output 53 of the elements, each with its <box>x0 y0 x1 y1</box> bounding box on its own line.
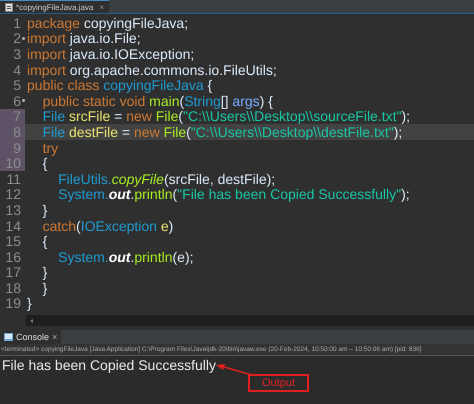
close-icon[interactable]: × <box>99 2 104 12</box>
close-icon[interactable]: × <box>52 332 58 342</box>
code-line: } <box>42 264 48 280</box>
line-number: 5 <box>13 77 21 94</box>
editor-tab[interactable]: *copyingFileJava.java × <box>0 0 110 13</box>
line-number: 16 <box>5 248 21 265</box>
line-number: 2 <box>13 30 21 46</box>
java-file-icon <box>5 2 13 12</box>
line-number: 9 <box>13 140 21 156</box>
code-line: import java.io.IOException; <box>26 46 194 62</box>
horizontal-scrollbar[interactable] <box>26 315 474 326</box>
code-line: System.out.println("File has been Copied Successfully"); <box>57 186 410 202</box>
line-number: 4 <box>13 62 21 78</box>
line-number: 15 <box>5 233 21 250</box>
code-line: FileUtils.copyFile(srcFile, destFile); <box>57 170 276 187</box>
line-number: 11 <box>6 170 21 187</box>
line-number: 3 <box>13 46 21 62</box>
line-number: 8 <box>13 124 21 140</box>
code-line: } <box>26 295 32 312</box>
code-line: package copyingFileJava; <box>26 14 188 31</box>
line-number: 1 <box>13 14 21 31</box>
fold-marker-icon[interactable] <box>22 99 25 102</box>
code-line: public class copyingFileJava { <box>26 77 212 94</box>
code-line: import org.apache.commons.io.FileUtils; <box>26 62 277 78</box>
output-label: Output <box>248 374 310 392</box>
tab-title: *copyingFileJava.java <box>16 2 94 12</box>
line-number: 18 <box>5 280 21 296</box>
code-line: try <box>42 140 58 156</box>
line-number: 19 <box>5 295 21 312</box>
fold-marker-icon[interactable] <box>22 36 25 40</box>
line-number: 6 <box>13 92 21 109</box>
annotation-arrow <box>216 362 252 376</box>
code-line: import java.io.File; <box>26 30 141 46</box>
line-number: 13 <box>5 202 21 218</box>
code-line: { <box>42 155 48 172</box>
scroll-left-icon[interactable] <box>30 318 33 323</box>
console-title: Console <box>16 332 50 342</box>
line-number: 12 <box>5 186 21 202</box>
code-line: } <box>42 202 48 218</box>
line-number: 10 <box>5 155 21 172</box>
code-line: File destFile = new File("C:\\Users\\Desktop\\destFile.txt"); <box>42 124 402 140</box>
code-line: { <box>42 233 48 250</box>
code-line: } <box>42 280 48 296</box>
line-number: 14 <box>5 218 21 234</box>
code-line: System.out.println(e); <box>57 248 194 265</box>
code-line: public static void main(String[] args) { <box>42 92 273 109</box>
console-icon <box>4 333 13 342</box>
line-number: 7 <box>13 108 21 124</box>
line-number: 17 <box>5 264 21 280</box>
console-output: File has been Copied Successfully <box>2 357 216 374</box>
console-tab[interactable]: Console × <box>0 330 62 344</box>
code-line: catch(IOException e) <box>42 218 174 234</box>
code-line: File srcFile = new File("C:\\Users\\Desktop\\sourceFile.txt"); <box>42 108 410 124</box>
